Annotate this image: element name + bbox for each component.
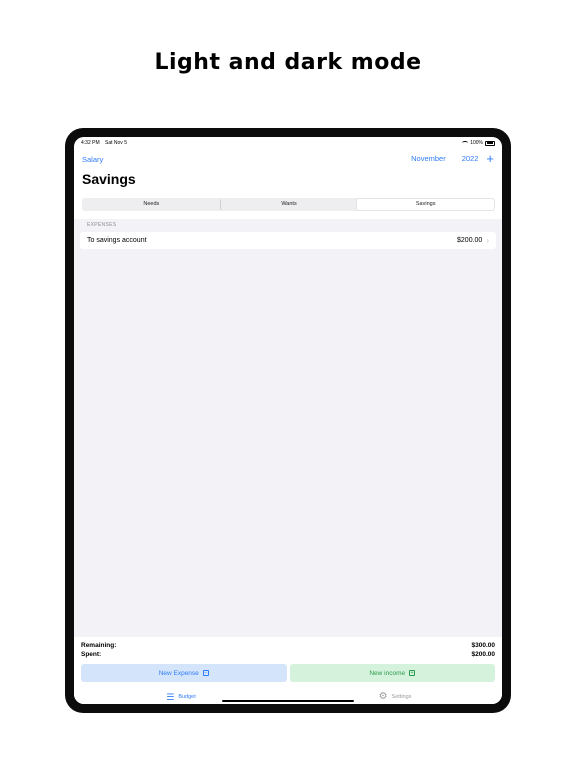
ipad-frame: 4:32 PM Sat Nov 5 100% Salary November 2… [65,128,511,713]
status-bar: 4:32 PM Sat Nov 5 100% [74,137,502,149]
remaining-value: $300.00 [471,642,496,649]
app-screen: 4:32 PM Sat Nov 5 100% Salary November 2… [74,137,502,704]
new-income-button[interactable]: New income + [289,664,495,682]
new-income-label: New income [369,669,406,677]
page-title: Savings [82,171,136,187]
home-indicator [222,700,354,702]
status-time: 4:32 PM [81,140,100,146]
list-icon: ☰ [166,691,175,702]
month-picker[interactable]: November [411,154,446,163]
chevron-right-icon: › [486,236,489,245]
spent-value: $200.00 [471,651,496,658]
battery-percent: 100% [470,140,483,146]
period-controls: November 2022 + [411,152,494,165]
promo-headline: Light and dark mode [154,50,422,75]
expense-amount: $200.00 [457,237,483,244]
gear-icon: ⚙ [378,691,388,702]
tab-settings-label: Settings [391,694,412,700]
battery-icon [485,140,495,146]
segment-savings[interactable]: Savings [357,199,495,210]
wifi-icon [462,141,469,145]
header: Salary November 2022 + Savings Needs Wan… [74,149,502,219]
plus-box-icon: + [409,670,416,676]
status-date: Sat Nov 5 [105,140,127,146]
minus-box-icon: − [202,670,209,676]
new-expense-button[interactable]: New Expense − [81,664,287,682]
tab-budget-label: Budget [178,694,196,700]
remaining-label: Remaining: [81,642,117,649]
segment-needs[interactable]: Needs [83,199,220,210]
salary-back-button[interactable]: Salary [82,155,103,164]
spent-label: Spent: [81,651,102,658]
action-buttons: New Expense − New income + [81,664,495,682]
year-picker[interactable]: 2022 [462,154,479,163]
expenses-section-header: EXPENSES [87,222,117,228]
footer: Remaining: $300.00 Spent: $200.00 New Ex… [74,637,502,704]
plus-icon[interactable]: + [486,152,494,165]
new-expense-label: New Expense [158,669,199,677]
expense-name: To savings account [87,237,147,244]
category-segmented-control: Needs Wants Savings [82,198,495,211]
segment-wants[interactable]: Wants [219,199,358,210]
totals-summary: Remaining: $300.00 Spent: $200.00 [81,641,495,659]
list-item[interactable]: To savings account $200.00 › [80,232,496,249]
